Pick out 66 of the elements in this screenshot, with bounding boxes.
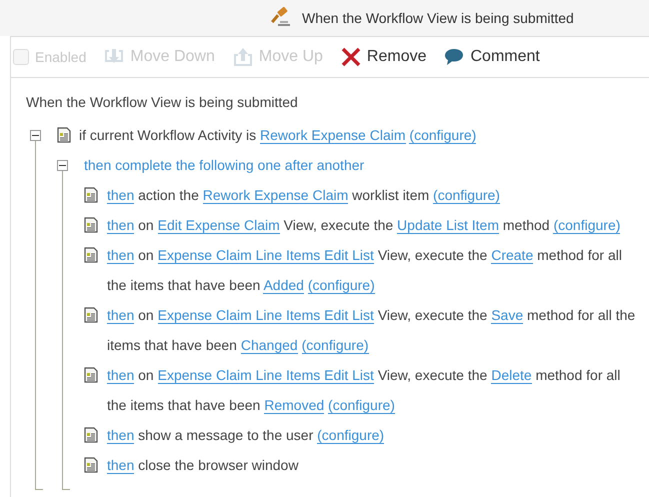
- statement-text: method for all the: [527, 307, 636, 323]
- document-icon: [84, 457, 98, 473]
- link[interactable]: Save: [491, 307, 524, 324]
- link[interactable]: (configure): [308, 277, 375, 294]
- comment-button[interactable]: Comment: [444, 45, 540, 69]
- statement-text: if current Workflow Activity is: [79, 127, 256, 143]
- statement-text: on: [138, 307, 154, 323]
- collapse-toggle[interactable]: [57, 160, 68, 171]
- statement-text: on: [138, 217, 154, 233]
- header-title: When the Workflow View is being submitted: [302, 8, 574, 28]
- speech-bubble-icon: [444, 48, 464, 66]
- statement-text: method for all: [537, 247, 622, 263]
- document-icon: [84, 307, 98, 323]
- document-icon: [84, 427, 98, 443]
- link[interactable]: Rework Expense Claim: [202, 187, 348, 204]
- statement-text: method: [502, 217, 550, 233]
- document-icon: [84, 217, 98, 233]
- statement-text: View, execute the: [378, 307, 488, 323]
- statement-text: View, execute the: [284, 217, 394, 233]
- link[interactable]: then: [107, 367, 134, 384]
- up-arrow-tray-icon: [232, 47, 253, 67]
- link[interactable]: Added: [263, 277, 304, 294]
- statement-text: on: [138, 367, 154, 383]
- link[interactable]: (configure): [302, 337, 369, 354]
- link[interactable]: Create: [491, 247, 534, 264]
- statement-text: on: [138, 247, 154, 263]
- link[interactable]: then: [107, 247, 134, 264]
- statement-text: View, execute the: [378, 247, 488, 263]
- document-icon: [84, 187, 98, 203]
- statement-text: show a message to the user: [138, 427, 314, 443]
- gavel-icon: [270, 7, 292, 29]
- link[interactable]: then: [107, 457, 134, 474]
- statement-text: close the browser window: [138, 457, 298, 473]
- link[interactable]: Expense Claim Line Items Edit List: [158, 367, 374, 384]
- statement-text: worklist item: [352, 187, 430, 203]
- link[interactable]: Removed: [264, 397, 324, 414]
- link[interactable]: (configure): [433, 187, 500, 204]
- link[interactable]: Expense Claim Line Items Edit List: [158, 307, 374, 324]
- statement-text: items that have been: [107, 337, 237, 353]
- link[interactable]: then: [107, 217, 134, 234]
- statement-text: the items that have been: [107, 277, 260, 293]
- link[interactable]: Expense Claim Line Items Edit List: [158, 247, 374, 264]
- document-icon: [84, 247, 98, 263]
- collapse-toggle[interactable]: [30, 130, 41, 141]
- link[interactable]: Delete: [491, 367, 532, 384]
- link[interactable]: Rework Expense Claim: [260, 127, 406, 144]
- document-icon: [84, 367, 98, 383]
- link[interactable]: (configure): [328, 397, 395, 414]
- link[interactable]: (configure): [317, 427, 384, 444]
- link[interactable]: Changed: [240, 337, 298, 354]
- document-icon: [57, 127, 71, 143]
- rule-title: When the Workflow View is being submitted: [26, 93, 299, 112]
- link[interactable]: then: [107, 307, 134, 324]
- link[interactable]: Edit Expense Claim: [158, 217, 280, 234]
- close-icon: [340, 47, 361, 67]
- statement-text: method for all: [536, 367, 620, 383]
- link[interactable]: (configure): [409, 127, 476, 144]
- statement-text: the items that have been: [107, 397, 260, 413]
- statement-text: View, execute the: [378, 367, 488, 383]
- remove-button[interactable]: Remove: [340, 45, 426, 69]
- statement-text: action the: [138, 187, 199, 203]
- link[interactable]: Update List Item: [397, 217, 499, 234]
- link[interactable]: then: [107, 427, 134, 444]
- link[interactable]: (configure): [553, 217, 620, 234]
- link[interactable]: then: [107, 187, 134, 204]
- group-label: then complete the following one after another: [84, 157, 364, 173]
